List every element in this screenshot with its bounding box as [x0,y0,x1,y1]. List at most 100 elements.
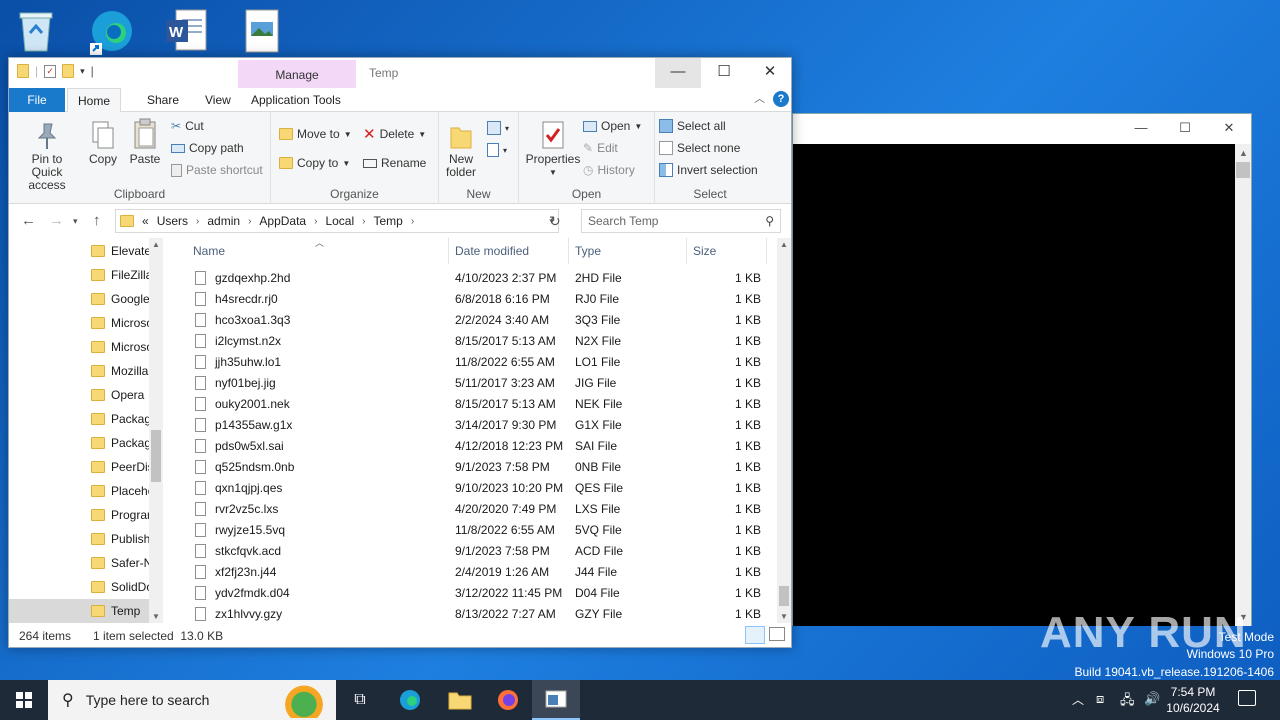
nav-item-folder[interactable]: Microso [9,311,149,335]
minimize-button[interactable]: — [655,58,701,88]
recycle-bin-icon[interactable] [10,6,62,56]
word-document-icon[interactable]: W [160,6,212,56]
console-titlebar[interactable]: — ☐ ✕ [793,114,1251,144]
scroll-down-icon[interactable]: ▼ [780,612,788,621]
file-explorer-taskbar-button[interactable] [436,680,484,720]
delete-button[interactable]: ✕ Delete ▼ [363,124,426,144]
pin-quick-access-button[interactable]: Pin to Quick access [15,116,79,192]
taskbar-search-input[interactable]: ⚲ Type here to search [48,680,336,720]
file-row[interactable]: zx1hlvvy.gzy 8/13/2022 7:27 AM GZY File 1 K… [187,604,771,625]
breadcrumb-separator-icon[interactable]: › [411,216,414,227]
forward-arrow-icon[interactable]: → [49,212,64,229]
file-row[interactable]: qxn1qjpj.qes 9/10/2023 10:20 PM QES File 1 … [187,478,771,499]
file-row[interactable]: gzdqexhp.2hd 4/10/2023 2:37 PM 2HD File 1 K… [187,268,771,289]
refresh-icon[interactable]: ↻ [549,213,561,230]
breadcrumb-separator-icon[interactable]: › [314,216,317,227]
breadcrumb-separator-icon[interactable]: › [248,216,251,227]
history-button[interactable]: ◷ History [583,160,635,180]
firefox-taskbar-button[interactable] [484,680,532,720]
select-all-button[interactable]: Select all [659,116,726,136]
nav-item-folder[interactable]: Microso [9,335,149,359]
scroll-up-icon[interactable]: ▲ [780,240,788,249]
file-row[interactable]: hco3xoa1.3q3 2/2/2024 3:40 AM 3Q3 File 1 KB [187,310,771,331]
nav-item-folder[interactable]: Publish [9,527,149,551]
breadcrumb-temp[interactable]: Temp [373,214,402,228]
large-icons-view-icon[interactable] [769,627,785,641]
properties-button[interactable]: Properties ▼ [523,116,583,179]
nav-item-folder[interactable]: Progran [9,503,149,527]
file-row[interactable]: h4srecdr.rj0 6/8/2018 6:16 PM RJ0 File 1 KB [187,289,771,310]
file-row[interactable]: q525ndsm.0nb 9/1/2023 7:58 PM 0NB File 1 KB [187,457,771,478]
collapse-ribbon-icon[interactable]: ︿ [754,90,765,106]
file-row[interactable]: p14355aw.g1x 3/14/2017 9:30 PM G1X File 1 K… [187,415,771,436]
breadcrumb-local[interactable]: Local [325,214,354,228]
show-hidden-icons-chevron[interactable]: ︿ [1072,691,1084,708]
file-row[interactable]: jjh35uhw.lo1 11/8/2022 6:55 AM LO1 File 1 K… [187,352,771,373]
notifications-icon[interactable] [1238,690,1256,706]
scroll-up-icon[interactable]: ▲ [152,240,160,249]
nav-item-folder[interactable]: Elevate [9,239,149,263]
easy-access-button[interactable]: ▾ [487,140,507,160]
nav-item-folder[interactable]: SolidDo [9,575,149,599]
nav-item-folder[interactable]: Packag [9,431,149,455]
edit-button[interactable]: ✎ Edit [583,138,618,158]
paste-shortcut-button[interactable]: Paste shortcut [171,160,263,180]
copy-button[interactable]: Copy [85,116,121,166]
nav-scrollbar[interactable]: ▲ ▼ [149,238,163,623]
tab-share[interactable]: Share [137,88,189,112]
back-arrow-icon[interactable]: ← [21,212,36,229]
minimize-icon[interactable]: — [1131,120,1151,136]
nav-item-folder[interactable]: Temp [9,599,149,623]
start-button[interactable] [0,680,48,720]
breadcrumb-users[interactable]: Users [157,214,188,228]
network-icon[interactable]: ⧈ [1096,691,1104,707]
tab-application-tools[interactable]: Application Tools [241,88,351,112]
new-item-button[interactable]: ▾ [487,118,509,138]
column-header-type[interactable]: Type [569,238,687,264]
file-row[interactable]: ouky2001.nek 8/15/2017 5:13 AM NEK File 1 K… [187,394,771,415]
nav-item-folder[interactable]: Packag [9,407,149,431]
details-view-icon[interactable] [745,626,765,644]
file-row[interactable]: nyf01bej.jig 5/11/2017 3:23 AM JIG File 1 K… [187,373,771,394]
select-none-button[interactable]: Select none [659,138,740,158]
file-row[interactable]: pds0w5xl.sai 4/12/2018 12:23 PM SAI File 1 … [187,436,771,457]
file-row[interactable]: stkcfqvk.acd 9/1/2023 7:58 PM ACD File 1 KB [187,541,771,562]
up-arrow-icon[interactable]: ↑ [93,212,101,229]
console-window[interactable]: — ☐ ✕ ▲ ▼ [792,113,1252,626]
new-folder-button[interactable]: New folder [443,116,479,179]
breadcrumb-appdata[interactable]: AppData [259,214,306,228]
scroll-thumb[interactable] [1236,162,1250,178]
close-button[interactable]: ✕ [747,58,793,88]
nav-item-folder[interactable]: Opera [9,383,149,407]
content-scroll-thumb[interactable] [779,586,789,606]
breadcrumb-admin[interactable]: admin [207,214,240,228]
nav-item-folder[interactable]: PeerDis [9,455,149,479]
edge-taskbar-button[interactable] [386,680,434,720]
file-explorer-window[interactable]: | ✓ ▾ | Manage Temp — ☐ ✕ File Home Shar… [8,57,792,648]
tab-manage[interactable]: Manage [238,60,356,88]
scroll-down-icon[interactable]: ▼ [152,612,160,621]
paste-button[interactable]: Paste [127,116,163,166]
nav-item-folder[interactable]: Mozilla [9,359,149,383]
column-header-size[interactable]: Size [687,238,767,264]
open-button[interactable]: Open ▼ [583,116,642,136]
task-view-button[interactable]: ⧉ [336,680,384,720]
copy-to-button[interactable]: Copy to ▼ [279,153,350,173]
search-input[interactable]: Search Temp ⚲ [581,209,781,233]
new-folder-icon[interactable] [62,64,75,78]
address-bar[interactable]: « Users › admin › AppData › Local › Temp… [115,209,559,233]
file-row[interactable]: rvr2vz5c.lxs 4/20/2020 7:49 PM LXS File 1 K… [187,499,771,520]
tab-home[interactable]: Home [67,88,122,113]
nav-item-folder[interactable]: FileZilla [9,263,149,287]
properties-check-icon[interactable]: ✓ [44,64,57,78]
close-icon[interactable]: ✕ [1219,120,1239,136]
file-row[interactable]: rwyjze15.5vq 11/8/2022 6:55 AM 5VQ File 1 K… [187,520,771,541]
scroll-up-icon[interactable]: ▲ [1239,148,1248,158]
maximize-icon[interactable]: ☐ [1175,120,1195,136]
invert-selection-button[interactable]: Invert selection [659,160,758,180]
breadcrumb-overflow[interactable]: « [142,214,149,228]
image-file-icon[interactable] [236,6,288,56]
file-row[interactable]: xf2fj23n.j44 2/4/2019 1:26 AM J44 File 1 KB [187,562,771,583]
nav-item-folder[interactable]: Placeho [9,479,149,503]
chevron-down-icon[interactable]: ▾ [80,66,85,77]
